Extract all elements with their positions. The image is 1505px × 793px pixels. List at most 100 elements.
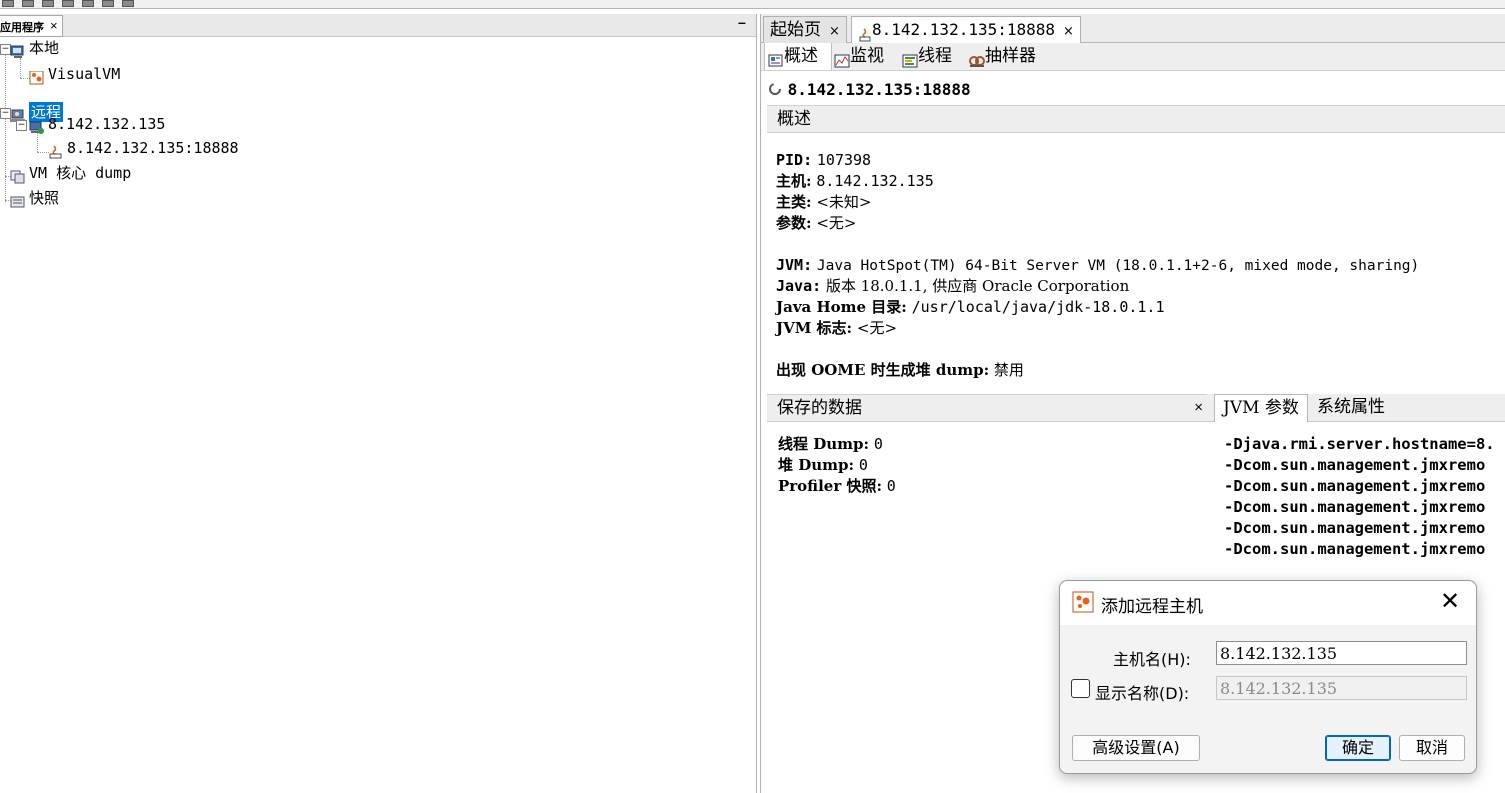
java-value: 版本 18.0.1.1, 供应商 Oracle Corporation	[825, 277, 1130, 295]
main-class-row: 主类: <未知>	[776, 193, 872, 211]
overview-info: PID: 107398 主机: 8.142.132.135 主类: <未知> 参…	[776, 150, 1419, 381]
tree-node-host-label: 8.142.132.135	[48, 115, 166, 133]
document-tab-bar: 起始页 × 8.142.132.135:18888 ×	[761, 14, 1505, 44]
tree-node-jmx-connection-label: 8.142.132.135:18888	[67, 139, 239, 157]
tree-node-vm-coredump-label: VM 核心 dump	[29, 164, 132, 182]
arguments-row: 参数: <无>	[776, 214, 857, 232]
dialog-title-bar[interactable]: 添加远程主机 ✕	[1060, 581, 1476, 625]
main-toolbar	[0, 0, 1505, 9]
tree-node-local-label: 本地	[29, 39, 60, 57]
collapse-icon[interactable]: −	[16, 120, 27, 131]
tree-node-vm-coredump[interactable]: VM 核心 dump	[10, 161, 131, 185]
overview-icon	[768, 50, 784, 66]
sampler-icon	[969, 50, 985, 67]
tree-guide-line	[5, 54, 6, 112]
oome-value: 禁用	[993, 361, 1024, 379]
visualvm-icon	[29, 68, 45, 85]
jvm-argument: -Djava.rmi.server.hostname=8.	[1224, 435, 1495, 453]
tab-system-properties[interactable]: 系统属性	[1311, 394, 1391, 421]
display-name-checkbox[interactable]	[1071, 679, 1090, 698]
tree-node-visualvm[interactable]: VisualVM	[29, 62, 120, 86]
toolbar-button-icon[interactable]	[62, 0, 74, 7]
advanced-settings-button[interactable]: 高级设置(A)	[1072, 735, 1200, 761]
snapshots-icon	[10, 192, 26, 208]
close-icon[interactable]: ×	[50, 18, 58, 33]
remote-host-icon	[29, 118, 45, 134]
hostname-label: 主机名(H):	[1113, 650, 1191, 669]
toolbar-button-icon[interactable]	[82, 0, 94, 7]
monitor-icon	[834, 50, 850, 67]
jvm-argument: -Dcom.sun.management.jmxremo	[1224, 456, 1486, 474]
toolbar-button-icon[interactable]	[22, 0, 34, 7]
tree-node-local[interactable]: 本地	[10, 36, 59, 60]
close-icon[interactable]: ×	[829, 24, 840, 39]
tab-threads[interactable]: 线程	[902, 43, 952, 70]
tree-node-jmx-connection[interactable]: 8.142.132.135:18888	[48, 136, 239, 160]
oome-row: 出现 OOME 时生成堆 dump: 禁用	[776, 361, 1024, 379]
application-title: 8.142.132.135:18888	[768, 80, 971, 99]
jvm-flags-value: <无>	[856, 319, 898, 337]
display-name-label: 显示名称(D):	[1095, 684, 1190, 703]
jvm-value: Java HotSpot(TM) 64-Bit Server VM (18.0.…	[816, 258, 1420, 274]
tab-monitor[interactable]: 监视	[834, 43, 884, 70]
pid-value: 107398	[816, 151, 872, 169]
overview-section-label: 概述	[777, 109, 811, 129]
jvm-row: JVM: Java HotSpot(TM) 64-Bit Server VM (…	[776, 256, 1420, 274]
close-icon[interactable]: ×	[1063, 24, 1074, 39]
applications-panel-header: 应用程序 × –	[0, 14, 756, 37]
tree-node-visualvm-label: VisualVM	[48, 65, 121, 83]
overview-section-header[interactable]: 概述	[767, 105, 1505, 133]
tab-overview-label: 概述	[784, 46, 818, 66]
toolbar-button-icon[interactable]	[42, 0, 54, 7]
tab-overview[interactable]: 概述	[764, 43, 832, 70]
tab-monitor-label: 监视	[850, 46, 884, 66]
toolbar-button-icon[interactable]	[102, 0, 114, 7]
heap-dump-row: 堆 Dump: 0	[778, 456, 868, 474]
close-icon[interactable]: ×	[1194, 395, 1203, 421]
tree-guide-line	[5, 112, 6, 202]
jvm-arguments-list: -Djava.rmi.server.hostname=8. -Dcom.sun.…	[1224, 434, 1505, 560]
coredump-icon	[10, 167, 26, 184]
tab-applications[interactable]: 应用程序 ×	[0, 15, 63, 37]
thread-dump-row: 线程 Dump: 0	[778, 435, 883, 453]
arguments-value: <无>	[816, 214, 857, 232]
java-home-value: /usr/local/java/jdk-18.0.1.1	[911, 298, 1165, 316]
toolbar-button-icon[interactable]	[122, 0, 134, 7]
applications-panel: 应用程序 × – − 本地 VisualVM − 远程 − 8.142.132.…	[0, 14, 757, 793]
toolbar-button-icon[interactable]	[2, 0, 14, 7]
tab-start-page-label: 起始页	[770, 20, 821, 40]
saved-data-header[interactable]: 保存的数据 ×	[767, 394, 1209, 422]
tree-node-snapshots[interactable]: 快照	[10, 186, 59, 210]
tab-jmx-connection-label: 8.142.132.135:18888	[872, 20, 1056, 39]
tab-jmx-connection[interactable]: 8.142.132.135:18888 ×	[851, 16, 1081, 44]
jvm-flags-row: JVM 标志: <无>	[776, 319, 898, 337]
saved-data-label: 保存的数据	[777, 398, 862, 418]
java-app-icon	[858, 24, 872, 41]
minimize-icon[interactable]: –	[738, 14, 746, 30]
jvm-argument: -Dcom.sun.management.jmxremo	[1224, 540, 1486, 558]
dialog-title: 添加远程主机	[1101, 597, 1203, 617]
tree-node-host[interactable]: 8.142.132.135	[29, 112, 165, 136]
tab-applications-label: 应用程序	[0, 22, 44, 34]
cancel-button[interactable]: 取消	[1399, 735, 1465, 761]
profiler-snapshot-row: Profiler 快照: 0	[778, 477, 896, 495]
ok-button[interactable]: 确定	[1325, 735, 1391, 761]
hostname-field[interactable]: 8.142.132.135	[1216, 641, 1467, 665]
add-remote-host-dialog: 添加远程主机 ✕ 主机名(H): 8.142.132.135 显示名称(D): …	[1059, 580, 1477, 774]
java-row: Java: 版本 18.0.1.1, 供应商 Oracle Corporatio…	[776, 277, 1130, 295]
threads-icon	[902, 50, 918, 67]
jvm-argument: -Dcom.sun.management.jmxremo	[1224, 498, 1486, 516]
tab-start-page[interactable]: 起始页 ×	[763, 16, 847, 43]
tab-sampler-label: 抽样器	[985, 46, 1036, 66]
tab-jvm-arguments[interactable]: JVM 参数	[1214, 394, 1308, 422]
host-row: 主机: 8.142.132.135	[776, 172, 934, 190]
pid-row: PID: 107398	[776, 151, 872, 169]
close-icon[interactable]: ✕	[1440, 587, 1460, 615]
jvm-argument: -Dcom.sun.management.jmxremo	[1224, 519, 1486, 537]
saved-data-body: 线程 Dump: 0 堆 Dump: 0 Profiler 快照: 0	[778, 434, 896, 497]
view-tab-bar: 概述 监视 线程 抽样器	[761, 43, 1505, 71]
tab-sampler[interactable]: 抽样器	[969, 43, 1036, 70]
computer-icon	[10, 42, 26, 58]
